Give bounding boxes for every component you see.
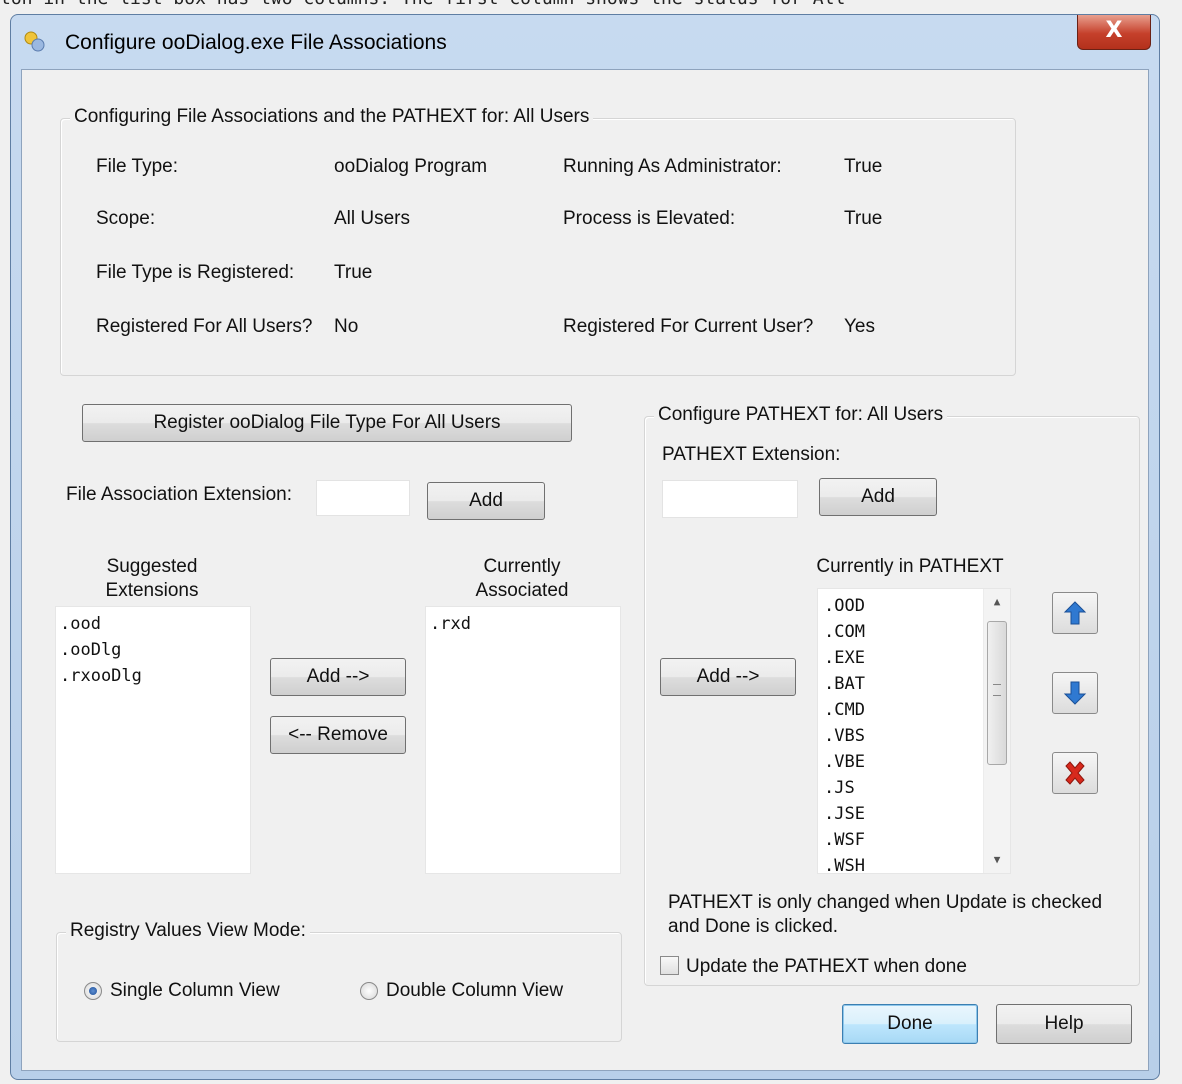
double-column-radio[interactable]	[360, 982, 378, 1000]
pathext-ext-label: PATHEXT Extension:	[662, 444, 841, 465]
list-item[interactable]: .VBS	[824, 723, 1006, 749]
pathext-list-header: Currently in PATHEXT	[816, 556, 1004, 577]
currently-associated-list[interactable]: .rxd	[425, 606, 621, 874]
delete-x-icon	[1065, 761, 1085, 785]
pathext-add-arrow-button[interactable]: Add -->	[660, 658, 796, 696]
dialog-window: Configure ooDialog.exe File Associations…	[10, 14, 1160, 1080]
scope-value: All Users	[334, 208, 411, 229]
app-icon	[24, 31, 45, 52]
delete-extension-button[interactable]	[1052, 752, 1098, 794]
list-item[interactable]: .BAT	[824, 671, 1006, 697]
pathext-group-title: Configure PATHEXT for: All Users	[654, 404, 948, 426]
single-column-radio[interactable]	[84, 982, 102, 1000]
all-users-label: Registered For All Users?	[96, 316, 313, 337]
pathext-ext-input[interactable]	[662, 480, 798, 518]
current-user-label: Registered For Current User?	[563, 316, 814, 337]
registered-value: True	[334, 262, 373, 283]
scroll-thumb[interactable]	[987, 621, 1007, 765]
list-item[interactable]: .ooDlg	[60, 637, 246, 663]
title-bar: Configure ooDialog.exe File Associations…	[11, 15, 1159, 71]
suggested-extensions-list[interactable]: .ood .ooDlg .rxooDlg	[55, 606, 251, 874]
registered-label: File Type is Registered:	[96, 262, 295, 283]
admin-value: True	[844, 156, 883, 177]
single-column-label[interactable]: Single Column View	[110, 980, 280, 1002]
list-item[interactable]: .CMD	[824, 697, 1006, 723]
all-users-value: No	[334, 316, 359, 337]
scroll-up-icon[interactable]: ▲	[984, 591, 1010, 613]
add-association-button[interactable]: Add -->	[270, 658, 406, 696]
register-file-type-button[interactable]: Register ooDialog File Type For All User…	[82, 404, 572, 442]
window-title: Configure ooDialog.exe File Associations	[65, 31, 447, 54]
list-item[interactable]: .EXE	[824, 645, 1006, 671]
list-item[interactable]: .JSE	[824, 801, 1006, 827]
file-assoc-ext-input[interactable]	[316, 480, 410, 516]
file-type-value: ooDialog Program	[334, 156, 488, 177]
pathext-add-button[interactable]: Add	[819, 478, 937, 516]
list-item[interactable]: .WSF	[824, 827, 1006, 853]
suggested-header-1: Suggested	[106, 556, 198, 577]
double-column-label[interactable]: Double Column View	[386, 980, 563, 1002]
grip-icon	[993, 684, 1001, 696]
current-header-1: Currently	[483, 556, 561, 577]
move-up-button[interactable]	[1052, 592, 1098, 634]
file-type-label: File Type:	[96, 156, 179, 177]
dialog-client-area: Configuring File Associations and the PA…	[21, 69, 1149, 1071]
pathext-items: .OOD .COM .EXE .BAT .CMD .VBS .VBE .JS .JSE .WSF.…	[824, 593, 1006, 873]
pathext-list[interactable]: .OOD .COM .EXE .BAT .CMD .VBS .VBE .JS .JSE .WSF.…	[817, 588, 1011, 874]
arrow-down-icon	[1063, 681, 1087, 705]
help-button[interactable]: Help	[996, 1004, 1132, 1044]
current-user-value: Yes	[844, 316, 875, 337]
arrow-up-icon	[1063, 601, 1087, 625]
list-item[interactable]: .COM	[824, 619, 1006, 645]
scroll-down-icon[interactable]: ▼	[984, 849, 1010, 871]
update-pathext-label[interactable]: Update the PATHEXT when done	[686, 956, 967, 978]
done-button[interactable]: Done	[842, 1004, 978, 1044]
admin-label: Running As Administrator:	[563, 156, 782, 177]
list-item[interactable]: .rxd	[430, 611, 616, 637]
close-button[interactable]: X	[1077, 15, 1151, 50]
status-group-title: Configuring File Associations and the PA…	[70, 106, 594, 128]
file-assoc-ext-label: File Association Extension:	[66, 484, 293, 505]
background-text: ton in the list box has two columns. The…	[0, 0, 1182, 10]
pathext-note-line-1: PATHEXT is only changed when Update is c…	[668, 892, 1103, 913]
suggested-header-2: Extensions	[105, 580, 199, 601]
pathext-scrollbar[interactable]: ▲ ▼	[983, 589, 1010, 873]
list-item[interactable]: .JS	[824, 775, 1006, 801]
move-down-button[interactable]	[1052, 672, 1098, 714]
remove-association-button[interactable]: <-- Remove	[270, 716, 406, 754]
elevated-value: True	[844, 208, 883, 229]
file-assoc-add-button[interactable]: Add	[427, 482, 545, 520]
elevated-label: Process is Elevated:	[563, 208, 736, 229]
list-item[interactable]: .VBE	[824, 749, 1006, 775]
current-header-2: Associated	[475, 580, 569, 601]
update-pathext-checkbox[interactable]	[660, 956, 679, 975]
list-item[interactable]: .ood	[60, 611, 246, 637]
list-item[interactable]: .WSH	[824, 853, 1006, 873]
list-item[interactable]: .rxooDlg	[60, 663, 246, 689]
list-item[interactable]: .OOD	[824, 593, 1006, 619]
scope-label: Scope:	[96, 208, 156, 229]
pathext-note-line-2: and Done is clicked.	[668, 916, 839, 937]
view-mode-title: Registry Values View Mode:	[66, 920, 310, 942]
